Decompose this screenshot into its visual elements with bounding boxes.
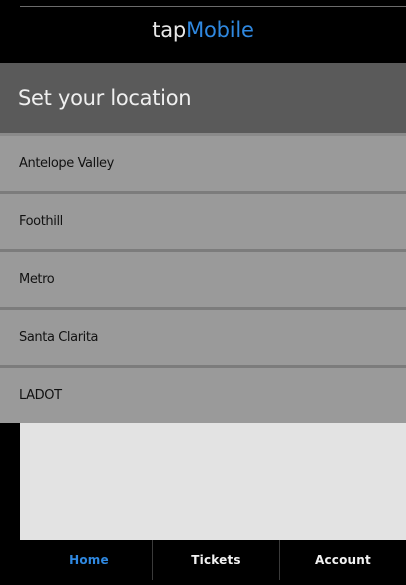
location-item-label: Metro xyxy=(19,272,55,287)
location-item-label: Foothill xyxy=(19,214,63,229)
location-item-antelope-valley[interactable]: Antelope Valley xyxy=(0,133,406,191)
page-title: Set your location xyxy=(18,86,192,110)
location-item-santa-clarita[interactable]: Santa Clarita xyxy=(0,307,406,365)
tab-home[interactable]: Home xyxy=(26,540,153,580)
location-item-label: Santa Clarita xyxy=(19,330,99,345)
app-screen: tapMobile Set your location Antelope Val… xyxy=(0,0,406,585)
logo-tap-text: tap xyxy=(152,18,187,42)
app-header: tapMobile xyxy=(0,7,406,63)
location-item-ladot[interactable]: LADOT xyxy=(0,365,406,423)
tab-account[interactable]: Account xyxy=(280,540,406,580)
location-item-label: Antelope Valley xyxy=(19,156,114,171)
location-list: Antelope Valley Foothill Metro Santa Cla… xyxy=(0,133,406,423)
location-item-metro[interactable]: Metro xyxy=(0,249,406,307)
tapmobile-logo: tapMobile xyxy=(152,18,254,42)
location-item-foothill[interactable]: Foothill xyxy=(0,191,406,249)
location-item-label: LADOT xyxy=(19,388,62,403)
logo-mobile-text: Mobile xyxy=(186,18,254,42)
bottom-nav: Home Tickets Account xyxy=(26,540,406,580)
location-header: Set your location xyxy=(0,63,406,133)
tab-tickets[interactable]: Tickets xyxy=(153,540,280,580)
